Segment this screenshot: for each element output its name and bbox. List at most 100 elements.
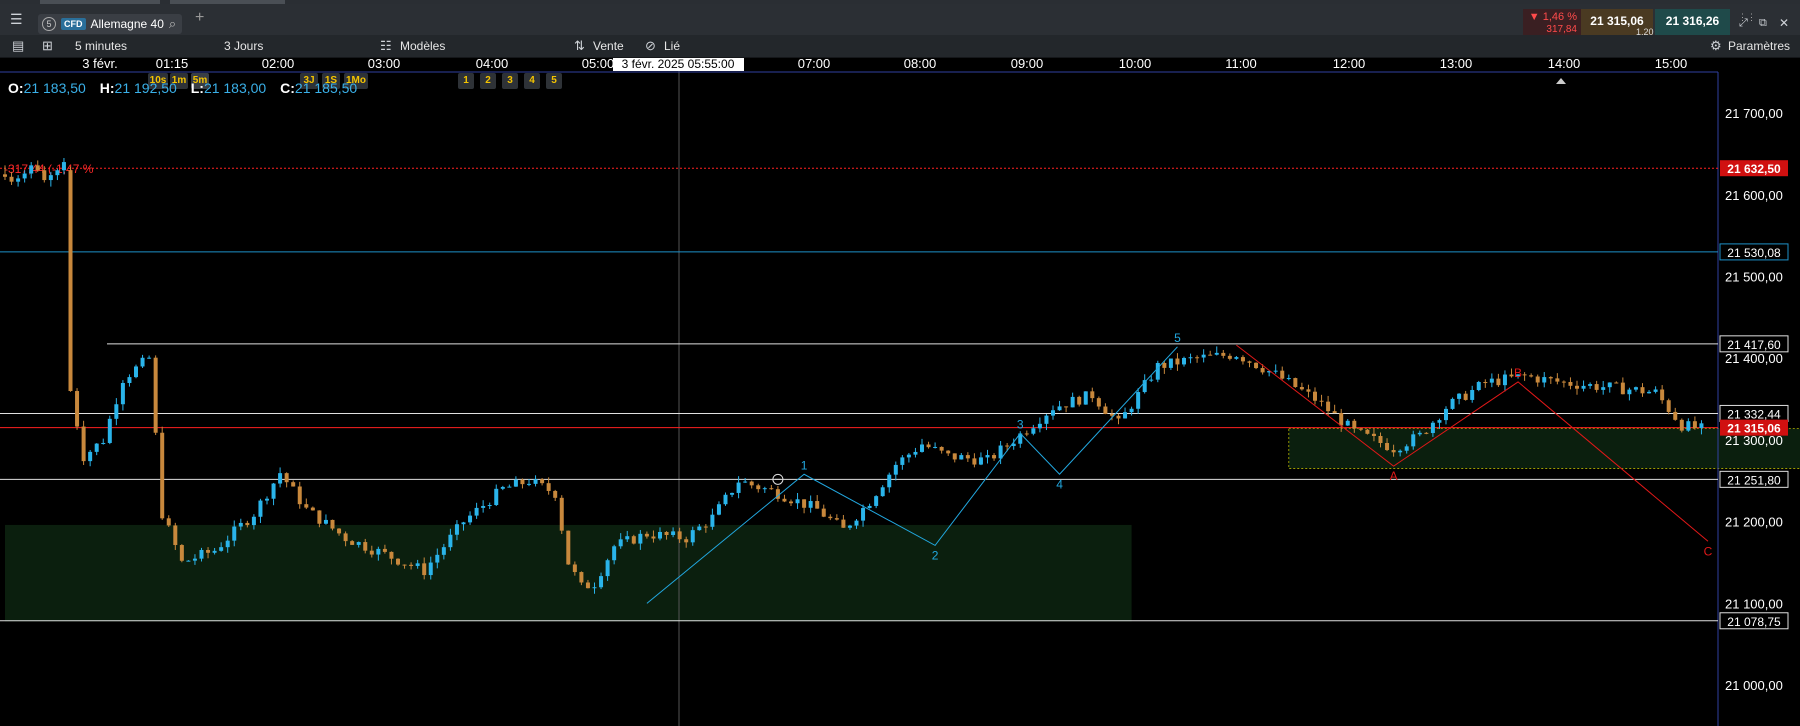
candle-body: [1660, 389, 1665, 401]
candle-body: [828, 516, 833, 519]
candle-body: [461, 522, 466, 525]
candle-body: [1529, 375, 1534, 377]
popout-icon[interactable]: ⧉: [1759, 16, 1767, 30]
candle-body: [1365, 429, 1370, 434]
candle-body: [107, 418, 112, 443]
candle-body: [9, 176, 14, 182]
candle-body: [16, 178, 21, 182]
candle-body: [481, 505, 486, 508]
candle-body: [1090, 391, 1095, 399]
period-dropdown[interactable]: 3 Jours: [224, 35, 263, 57]
candle-body: [861, 508, 866, 521]
candle-body: [1345, 420, 1350, 426]
candle-body: [697, 526, 702, 531]
candle-body: [487, 505, 492, 507]
candle-body: [402, 564, 407, 566]
models-button[interactable]: Modèles: [400, 35, 445, 57]
candle-body: [494, 488, 499, 506]
list-icon[interactable]: ▤: [12, 39, 24, 53]
level-tag-label: 21 530,08: [1727, 246, 1781, 260]
candle-body: [3, 174, 7, 177]
prev-close-annotation: -317,44 (-1,47 %: [4, 162, 94, 176]
candle-body: [769, 488, 774, 490]
candle-body: [671, 531, 676, 536]
level-tag-label: 21 417,60: [1727, 338, 1781, 352]
candle-body: [880, 487, 885, 497]
settings-button[interactable]: Paramètres: [1728, 35, 1790, 57]
menu-icon[interactable]: ☰: [10, 12, 23, 26]
sell-button[interactable]: Vente: [593, 35, 624, 57]
candle-body: [310, 507, 315, 511]
candle-body: [120, 382, 125, 405]
candle-body: [1575, 385, 1579, 389]
candle-body: [1548, 377, 1553, 379]
candle-body: [651, 536, 656, 539]
expand-icon[interactable]: ⤢: [1739, 16, 1748, 30]
candle-body: [520, 479, 525, 485]
candle-body: [965, 455, 970, 459]
close-icon[interactable]: ✕: [1779, 16, 1789, 30]
candle-body: [1332, 411, 1337, 414]
candle-body: [1221, 352, 1226, 356]
candle-body: [730, 492, 735, 495]
candle-body: [854, 520, 859, 526]
candle-body: [893, 464, 898, 475]
candle-body: [985, 455, 990, 458]
candle-body: [1254, 362, 1259, 369]
candle-body: [579, 572, 584, 583]
candle-body: [1640, 387, 1645, 394]
candle-body: [847, 525, 852, 528]
y-tick-label: 21 700,00: [1725, 106, 1783, 121]
candle-body: [716, 504, 721, 515]
candle-body: [527, 483, 531, 485]
candle-body: [206, 549, 211, 553]
candle-body: [422, 563, 427, 576]
candle-body: [1286, 378, 1291, 380]
candle-body: [140, 357, 145, 367]
y-tick-label: 21 600,00: [1725, 188, 1783, 203]
candle-body: [1457, 393, 1462, 399]
instrument-selector[interactable]: 5 CFD Allemagne 40 ⌕: [38, 14, 183, 34]
candle-body: [834, 518, 839, 520]
wave-label: A: [1390, 469, 1398, 483]
clock-icon: 5: [42, 17, 56, 31]
candle-body: [179, 545, 184, 561]
interval-dropdown[interactable]: 5 minutes: [75, 35, 127, 57]
wave-label: C: [1704, 544, 1713, 558]
candle-body: [513, 479, 518, 487]
layout-icon[interactable]: ⊞: [42, 39, 53, 53]
candle-body: [1168, 358, 1173, 368]
candle-body: [258, 500, 263, 517]
models-icon: ☷: [380, 38, 392, 53]
candle-body: [644, 533, 649, 537]
search-icon[interactable]: ⌕: [169, 16, 176, 32]
candle-body: [1633, 387, 1638, 390]
candle-body: [618, 539, 623, 547]
candle-body: [1037, 423, 1042, 429]
candle-body: [1542, 377, 1547, 383]
candle-body: [1620, 382, 1625, 395]
candle-body: [127, 377, 132, 383]
add-tab-button[interactable]: +: [195, 10, 204, 26]
candle-body: [1273, 370, 1278, 372]
candle-body: [920, 444, 924, 452]
candle-body: [664, 531, 669, 536]
candle-body: [684, 539, 689, 543]
y-tick-label: 21 400,00: [1725, 351, 1783, 366]
level-tag-label: 21 332,44: [1727, 407, 1781, 421]
candle-body: [540, 479, 545, 484]
candle-body: [959, 455, 964, 460]
candle-body: [297, 486, 302, 505]
candle-body: [1306, 389, 1311, 392]
price-chart[interactable]: -317,44 (-1,47 % 1 2 3 4 5 A B C 3 févr. 01:15 02…: [0, 58, 1800, 726]
candle-body: [94, 443, 99, 452]
candle-body: [474, 507, 479, 516]
candle-body: [507, 486, 512, 488]
candle-body: [88, 451, 93, 462]
candle-body: [75, 391, 80, 427]
candle-body: [703, 526, 708, 528]
candle-body: [1162, 362, 1167, 368]
candle-body: [952, 453, 957, 460]
candle-body: [1430, 422, 1435, 434]
linked-button[interactable]: Lié: [664, 35, 680, 57]
